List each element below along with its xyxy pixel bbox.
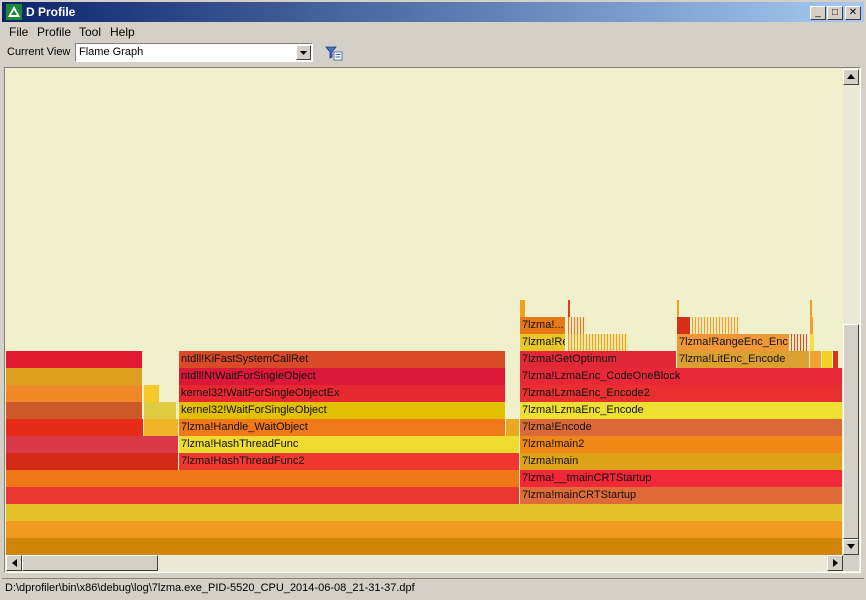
menu-profile[interactable]: Profile: [37, 25, 71, 39]
flame-frame[interactable]: [6, 453, 179, 470]
current-view-select[interactable]: Flame Graph: [75, 43, 313, 62]
flame-frame[interactable]: [677, 300, 680, 317]
flame-frame[interactable]: 7lzma!Encode: [520, 419, 843, 436]
flame-sliver: [568, 300, 570, 317]
close-button[interactable]: ✕: [845, 6, 861, 20]
flame-frame[interactable]: [810, 300, 813, 317]
flame-graph: 7lzma!mainCRTStartup 7lzma!__tmainCRTSta…: [5, 68, 860, 572]
horizontal-scrollbar[interactable]: [6, 555, 843, 571]
flame-frame[interactable]: [6, 521, 843, 538]
scroll-left-button[interactable]: [6, 555, 22, 571]
flame-frame[interactable]: ntdll!KiFastSystemCallRet: [179, 351, 506, 368]
flame-frame[interactable]: 7lzma!LzmaEnc_Encode2: [520, 385, 843, 402]
flame-frame[interactable]: 7lzma!LzmaEnc_Encode: [520, 402, 843, 419]
menu-help[interactable]: Help: [110, 25, 135, 39]
flame-frame[interactable]: 7lzma!RangeEnc_Enc...: [677, 334, 790, 351]
flame-graph-panel: 7lzma!mainCRTStartup 7lzma!__tmainCRTSta…: [4, 67, 861, 573]
flame-frame[interactable]: [822, 351, 833, 368]
flame-frame[interactable]: [6, 402, 143, 419]
chevron-down-icon[interactable]: [296, 45, 311, 60]
flame-frame[interactable]: 7lzma!main: [520, 453, 843, 470]
flame-frame[interactable]: [144, 385, 160, 402]
flame-frame[interactable]: [6, 385, 143, 402]
status-bar: D:\dprofiler\bin\x86\debug\log\7lzma.exe…: [2, 578, 864, 599]
flame-sliver: [810, 317, 813, 334]
flame-frame[interactable]: 7lzma!LitEnc_Encode: [677, 351, 810, 368]
vertical-scrollbar[interactable]: [843, 69, 859, 555]
scroll-up-button[interactable]: [843, 69, 859, 85]
flame-frame[interactable]: [6, 351, 143, 368]
scroll-down-button[interactable]: [843, 539, 859, 555]
window-title: D Profile: [26, 5, 76, 19]
flame-frame[interactable]: [6, 368, 143, 385]
menu-file[interactable]: File: [9, 25, 28, 39]
flame-frame[interactable]: 7lzma!mainCRTStartup: [520, 487, 843, 504]
filter-settings-icon[interactable]: [325, 45, 343, 61]
maximize-button[interactable]: □: [827, 6, 843, 20]
flame-sliver: [791, 334, 807, 351]
flame-sliver: [833, 351, 838, 368]
flame-frame[interactable]: [6, 487, 520, 504]
flame-frame[interactable]: [677, 317, 691, 334]
flame-frame[interactable]: 7lzma!GetOptimum: [520, 351, 677, 368]
flame-frame[interactable]: 7lzma!HashThreadFunc: [179, 436, 520, 453]
flame-frame[interactable]: [520, 300, 526, 317]
flame-frame[interactable]: [810, 334, 815, 351]
scroll-corner: [843, 555, 859, 571]
flame-frame[interactable]: [6, 470, 520, 487]
flame-frame[interactable]: 7lzma!...: [520, 317, 566, 334]
flame-sliver: [568, 317, 586, 334]
flame-sliver: [692, 317, 740, 334]
current-view-label: Current View: [7, 46, 71, 58]
flame-frame[interactable]: [6, 419, 144, 436]
flame-frame[interactable]: [6, 436, 179, 453]
flame-frame[interactable]: 7lzma!__tmainCRTStartup: [520, 470, 843, 487]
minimize-button[interactable]: _: [810, 6, 826, 20]
current-view-value: Flame Graph: [79, 46, 144, 58]
flame-sliver: [568, 334, 628, 351]
flame-frame[interactable]: [144, 402, 177, 419]
flame-frame[interactable]: [810, 351, 822, 368]
flame-frame[interactable]: 7lzma!main2: [520, 436, 843, 453]
flame-frame[interactable]: 7lzma!LzmaEnc_CodeOneBlock: [520, 368, 843, 385]
status-file-path: D:\dprofiler\bin\x86\debug\log\7lzma.exe…: [5, 582, 415, 594]
app-logo-icon: [6, 4, 22, 20]
vertical-scroll-thumb[interactable]: [843, 324, 859, 539]
flame-frame[interactable]: ntdll!NtWaitForSingleObject: [179, 368, 506, 385]
flame-frame[interactable]: [6, 538, 843, 555]
horizontal-scroll-thumb[interactable]: [22, 555, 158, 571]
flame-frame[interactable]: 7lzma!Handle_WaitObject: [179, 419, 506, 436]
flame-frame[interactable]: 7lzma!Read...: [520, 334, 566, 351]
flame-frame[interactable]: 7lzma!HashThreadFunc2: [179, 453, 520, 470]
flame-frame[interactable]: [144, 419, 179, 436]
title-bar[interactable]: D Profile _ □ ✕: [2, 2, 864, 22]
scroll-right-button[interactable]: [827, 555, 843, 571]
app-window: D Profile _ □ ✕ File Profile Tool Help C…: [0, 0, 866, 600]
flame-frame[interactable]: kernel32!WaitForSingleObjectEx: [179, 385, 506, 402]
flame-frame[interactable]: [6, 504, 843, 521]
menu-tool[interactable]: Tool: [79, 25, 101, 39]
flame-frame[interactable]: kernel32!WaitForSingleObject: [179, 402, 506, 419]
flame-frame[interactable]: [506, 419, 520, 436]
